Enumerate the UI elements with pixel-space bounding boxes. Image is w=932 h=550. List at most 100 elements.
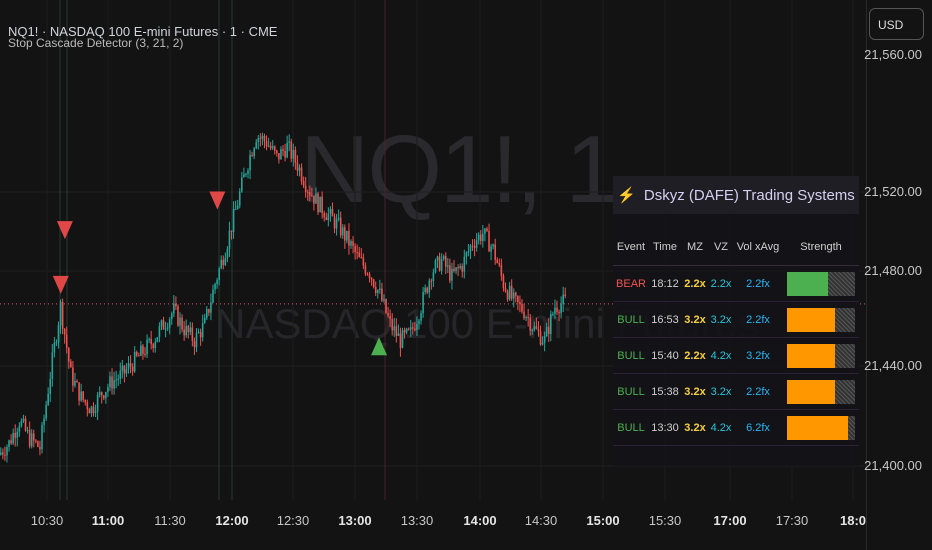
currency-button[interactable]: USD — [869, 8, 924, 40]
candle-body — [370, 278, 373, 280]
candle-body — [535, 326, 538, 329]
candle-body — [412, 327, 414, 329]
candle-body — [154, 341, 157, 349]
candle-body — [63, 328, 66, 335]
candle-body — [319, 196, 321, 213]
indicator-label[interactable]: Stop Cascade Detector (3, 21, 2) — [8, 36, 183, 50]
candle-body — [47, 394, 49, 405]
candle-body — [45, 404, 47, 419]
candle-body — [216, 280, 218, 285]
candle-body — [55, 342, 58, 344]
candle-body — [492, 244, 494, 247]
candle-body — [352, 241, 354, 246]
vz-cell: 3.2x — [710, 313, 732, 326]
candle-body — [224, 258, 227, 266]
candle-body — [243, 174, 245, 178]
candle-body — [471, 245, 474, 247]
candle-body — [156, 337, 159, 342]
candle-body — [315, 193, 317, 204]
table-row: BULL 16:53 3.2x 3.2x 2.2fx — [613, 302, 859, 338]
candle-body — [162, 320, 165, 330]
candle-body — [144, 353, 146, 355]
price-axis[interactable]: 21,560.00 21,520.00 21,480.00 21,440.00 21,4… — [864, 0, 932, 550]
candle-body — [366, 273, 369, 275]
candle-body — [115, 379, 117, 381]
candle-body — [140, 345, 142, 356]
candle-body — [86, 402, 89, 410]
candle-body — [57, 325, 60, 343]
candle-body — [100, 392, 103, 396]
candle-body — [374, 286, 377, 294]
candle-body — [26, 429, 29, 431]
strength-cell — [783, 307, 859, 332]
candle-body — [405, 328, 408, 333]
candle-body — [183, 329, 185, 336]
time-label: 13:00 — [338, 513, 372, 528]
candle-body — [177, 306, 179, 326]
candle-body — [282, 149, 284, 152]
candle-body — [280, 149, 282, 160]
candle-body — [529, 317, 532, 331]
candle-body — [201, 323, 204, 338]
time-label: 10:30 — [30, 513, 64, 528]
candle-body — [142, 345, 144, 354]
candle-body — [181, 317, 183, 330]
candle-body — [346, 230, 348, 241]
candle-body — [271, 146, 274, 149]
candle-body — [309, 192, 311, 196]
candle-body — [533, 326, 536, 330]
candle-body — [247, 170, 249, 174]
candle-body — [457, 267, 459, 269]
candle-body — [109, 376, 111, 388]
candle-body — [434, 260, 437, 273]
candle-body — [92, 406, 95, 413]
candle-body — [447, 265, 449, 267]
candle-body — [416, 323, 418, 331]
candle-body — [173, 303, 175, 314]
candle-body — [185, 326, 187, 336]
candle-body — [389, 316, 391, 320]
candle-body — [228, 230, 231, 249]
candle-body — [379, 288, 381, 291]
candle-body — [220, 259, 223, 269]
vz-cell: 3.2x — [710, 385, 732, 398]
candle-body — [236, 205, 239, 210]
candle-body — [292, 149, 295, 159]
candle-body — [376, 290, 379, 294]
candle-body — [467, 251, 470, 253]
candle-body — [32, 433, 35, 441]
candle-body — [502, 275, 505, 289]
candle-body — [125, 369, 128, 374]
time-label: 12:00 — [215, 513, 249, 528]
candle-body — [265, 141, 268, 147]
candle-body — [360, 257, 363, 259]
candle-body — [508, 285, 511, 300]
candle-body — [288, 141, 290, 143]
candle-body — [170, 313, 173, 320]
candle-body — [168, 319, 171, 328]
col-vol: Vol xAvg — [736, 240, 780, 253]
candle-body — [302, 181, 305, 186]
strength-fill — [787, 379, 835, 404]
candle-body — [249, 154, 251, 171]
candle-body — [123, 365, 126, 374]
strength-cell — [783, 415, 859, 440]
candle-body — [4, 454, 6, 456]
col-mz: MZ — [687, 240, 703, 253]
candle-body — [146, 339, 148, 355]
candle-body — [2, 452, 4, 455]
candle-body — [541, 342, 544, 345]
candle-body — [187, 326, 190, 333]
candle-body — [442, 256, 445, 260]
candle-body — [72, 367, 74, 386]
candle-body — [403, 330, 406, 333]
time-label: 14:00 — [463, 513, 497, 528]
candle-body — [356, 252, 358, 254]
time-label: 18:0 — [839, 513, 867, 528]
candle-body — [440, 259, 443, 271]
chart-pane[interactable]: NQ1!, 1 NASDAQ 100 E-mini Futures NQ1! ·… — [0, 0, 866, 500]
time-cell: 15:40 — [651, 349, 679, 362]
candle-body — [82, 391, 84, 400]
candle-body — [317, 193, 319, 213]
strength-cell — [783, 271, 859, 296]
